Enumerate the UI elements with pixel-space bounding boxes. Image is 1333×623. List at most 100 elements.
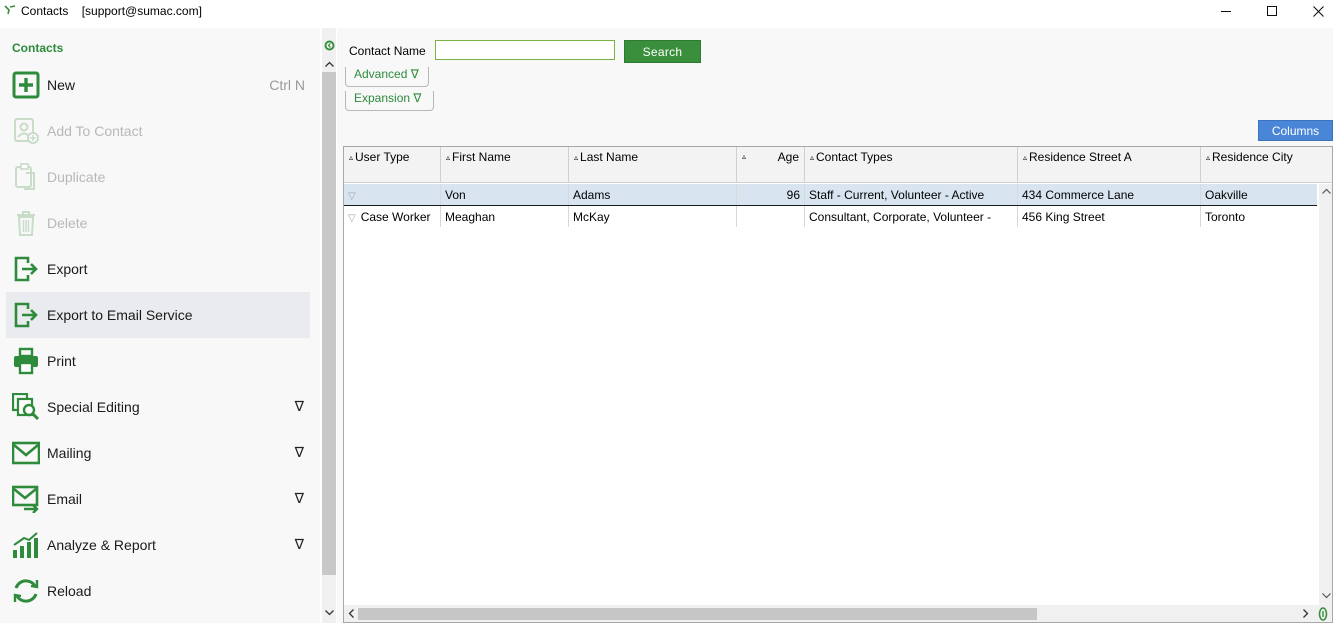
scroll-up-arrow[interactable]: [1319, 184, 1332, 198]
column-header-contact-types[interactable]: ▵ Contact Types: [805, 147, 1018, 183]
cell-user-type: ▽ Case Worker: [344, 206, 441, 227]
shortcut-hint: Ctrl N: [269, 77, 305, 93]
printer-icon: [14, 347, 38, 375]
special-editing-icon: [12, 393, 40, 421]
sidebar-item-label: Special Editing: [47, 399, 140, 415]
expansion-toggle[interactable]: Expansion ∇: [345, 91, 434, 111]
column-header-residence-street[interactable]: ▵ Residence Street A: [1018, 147, 1201, 183]
contact-name-input[interactable]: [435, 40, 615, 60]
sort-icon: ▵: [1206, 153, 1211, 162]
table-row[interactable]: ▽ Case Worker Meaghan McKay Consultant, C…: [344, 206, 1317, 227]
contact-name-label: Contact Name: [349, 44, 426, 58]
sidebar-item-export[interactable]: Export: [6, 246, 310, 292]
trash-icon: [17, 211, 35, 236]
columns-button[interactable]: Columns: [1258, 120, 1333, 141]
maximize-icon: [1267, 6, 1277, 16]
contacts-grid: ▵ User Type ▵ First Name ▵ Last Name ▵ Age ▵…: [343, 146, 1333, 623]
title-bar: Contacts [support@sumac.com]: [0, 0, 1333, 22]
sidebar-item-mailing[interactable]: Mailing ∇: [6, 430, 310, 476]
column-header-user-type[interactable]: ▵ User Type: [344, 147, 441, 183]
chevron-down-icon: ∇: [294, 536, 304, 552]
chevron-up-icon: [324, 61, 334, 67]
sort-icon: ▵: [349, 153, 354, 162]
sidebar-item-new[interactable]: New Ctrl N: [6, 62, 310, 108]
chevron-down-icon: [324, 610, 334, 616]
info-icon[interactable]: [1316, 607, 1330, 621]
column-header-age[interactable]: ▵ Age: [737, 147, 805, 183]
main-panel: Contact Name Search Advanced ∇ Expansion…: [337, 28, 1333, 623]
chevron-right-icon: [1303, 608, 1309, 618]
cell-user-type: ▽: [344, 184, 441, 205]
advanced-toggle[interactable]: Advanced ∇: [345, 67, 429, 87]
row-expand-icon[interactable]: ▽: [348, 213, 356, 224]
sidebar-item-label: Email: [47, 491, 83, 507]
sidebar-item-print[interactable]: Print: [6, 338, 310, 384]
sidebar-item-email[interactable]: Email ∇: [6, 476, 310, 522]
sidebar-item-duplicate[interactable]: Duplicate: [6, 154, 310, 200]
scroll-left-arrow[interactable]: [344, 606, 358, 620]
sidebar-item-reload[interactable]: Reload: [6, 568, 310, 614]
sidebar-item-label: Analyze & Report: [47, 537, 156, 553]
scroll-right-arrow[interactable]: [1299, 606, 1313, 620]
sidebar-item-label: Export: [47, 261, 88, 277]
search-button[interactable]: Search: [624, 40, 701, 63]
sidebar-item-add-to-contact[interactable]: Add To Contact: [6, 108, 310, 154]
duplicate-icon: [15, 163, 35, 190]
grid-header: ▵ User Type ▵ First Name ▵ Last Name ▵ Age ▵…: [344, 147, 1332, 183]
cell-residence-street: 434 Commerce Lane: [1018, 184, 1201, 205]
maximize-button[interactable]: [1249, 0, 1295, 22]
export-icon: [14, 302, 38, 328]
grid-vertical-scrollbar[interactable]: [1319, 184, 1332, 605]
cell-last-name: Adams: [569, 184, 737, 205]
grid-horizontal-scrollbar[interactable]: [344, 605, 1332, 622]
sidebar-item-label: Print: [47, 353, 76, 369]
cell-contact-types: Consultant, Corporate, Volunteer -: [805, 206, 1018, 227]
sidebar-item-special-editing[interactable]: Special Editing ∇: [6, 384, 310, 430]
sidebar-item-label: Reload: [47, 583, 92, 599]
scrollbar-thumb[interactable]: [322, 72, 336, 575]
column-header-residence-city[interactable]: ▵ Residence City: [1201, 147, 1332, 183]
minimize-button[interactable]: [1203, 0, 1249, 22]
cell-residence-city: Oakville: [1205, 188, 1248, 202]
close-button[interactable]: [1295, 0, 1333, 22]
scroll-up-arrow[interactable]: [322, 57, 336, 71]
cell-contact-types: Staff - Current, Volunteer - Active: [805, 184, 1018, 205]
cell-last-name: McKay: [569, 206, 737, 227]
sidebar: Contacts New Ctrl N Add To Contact Dupli…: [0, 28, 320, 623]
bar-chart-icon: [13, 532, 38, 558]
column-header-label: Residence Street A: [1029, 150, 1132, 164]
scroll-down-arrow[interactable]: [322, 606, 336, 620]
scrollbar-thumb[interactable]: [358, 608, 1037, 620]
sidebar-item-label: Export to Email Service: [47, 307, 193, 323]
column-header-first-name[interactable]: ▵ First Name: [441, 147, 569, 183]
column-header-label: Contact Types: [816, 150, 893, 164]
column-header-last-name[interactable]: ▵ Last Name: [569, 147, 737, 183]
sidebar-item-label: Duplicate: [47, 169, 106, 185]
scroll-down-arrow[interactable]: [1319, 589, 1332, 603]
sidebar-item-label: Delete: [47, 215, 88, 231]
window-title: Contacts [support@sumac.com]: [21, 4, 202, 18]
chevron-down-icon: [1321, 593, 1331, 599]
collapse-sidebar-icon[interactable]: [324, 40, 335, 51]
column-header-label: Last Name: [580, 150, 639, 164]
close-icon: [1312, 5, 1324, 17]
sidebar-item-delete[interactable]: Delete: [6, 200, 310, 246]
cell-first-name: Meaghan: [441, 206, 569, 227]
cell-age: 96: [737, 184, 805, 205]
add-to-contact-icon: [14, 118, 39, 144]
column-header-label: Age: [777, 150, 799, 164]
reload-icon: [13, 579, 39, 603]
chevron-down-icon: ∇: [294, 444, 304, 460]
table-row[interactable]: ▽ Von Adams 96 Staff - Current, Voluntee…: [344, 184, 1317, 206]
sort-icon: ▵: [1023, 153, 1028, 162]
sidebar-item-analyze-report[interactable]: Analyze & Report ∇: [6, 522, 310, 568]
row-expand-icon[interactable]: ▽: [348, 191, 356, 202]
sort-icon: ▵: [810, 153, 815, 162]
cell-residence-city: Toronto: [1205, 210, 1246, 224]
minimize-icon: [1221, 11, 1231, 12]
column-header-label: User Type: [355, 150, 410, 164]
sidebar-item-export-to-email-service[interactable]: Export to Email Service: [6, 292, 310, 338]
sidebar-scrollbar[interactable]: [322, 28, 336, 623]
cell-age: [737, 206, 805, 227]
cell-first-name: Von: [441, 184, 569, 205]
